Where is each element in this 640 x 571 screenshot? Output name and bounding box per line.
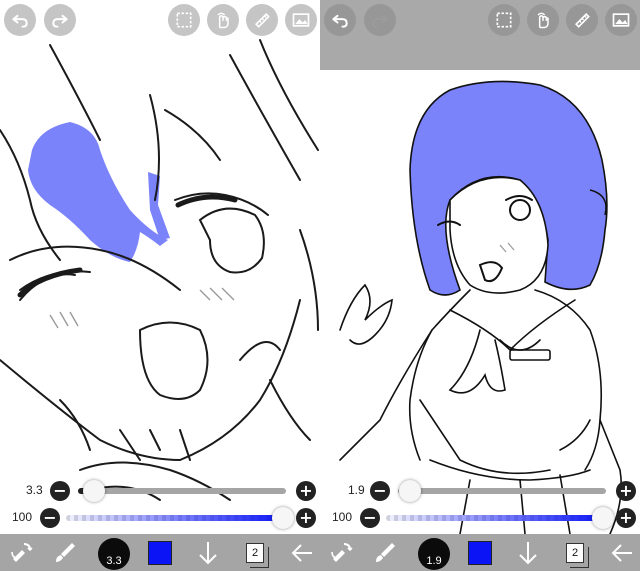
plus-icon: + (299, 508, 313, 527)
drawing-canvas[interactable] (0, 0, 320, 534)
layers-button[interactable]: 2 (560, 534, 590, 571)
opacity-slider-row: 100 − + (320, 505, 640, 531)
plus-icon: + (619, 481, 633, 500)
brush-size-thumb[interactable] (399, 480, 421, 502)
finger-icon (217, 12, 229, 29)
layer-count: 2 (566, 542, 589, 568)
brush-size-slider-row: 1.9 − + (320, 478, 640, 504)
ruler-icon (254, 12, 270, 28)
opacity-thumb[interactable] (592, 507, 614, 529)
bottom-toolbar: 3.3 2 (0, 534, 320, 571)
layer-down-button[interactable] (514, 534, 542, 571)
left-screen: 3.3 − + 100 − + 3.3 2 (0, 0, 320, 571)
undo-icon (332, 14, 348, 28)
ruler-icon (574, 12, 590, 28)
finger-tool-button[interactable] (527, 4, 559, 36)
opacity-increase-button[interactable]: + (296, 508, 316, 528)
brush-size-value: 1.9 (348, 483, 365, 497)
brush-size-increase-button[interactable]: + (296, 481, 316, 501)
canvas-icon (612, 13, 630, 27)
brush-icon (56, 542, 75, 562)
brush-size-track[interactable] (78, 488, 286, 494)
finger-icon (537, 12, 549, 29)
back-button[interactable] (288, 534, 316, 571)
canvas-button[interactable] (285, 4, 317, 36)
undo-icon (12, 14, 28, 28)
brush-size-track[interactable] (398, 488, 606, 494)
color-button[interactable] (466, 534, 494, 571)
minus-icon: − (53, 481, 67, 500)
brush-size-increase-button[interactable]: + (616, 481, 636, 501)
plus-icon: + (619, 508, 633, 527)
right-screen: 1.9 − + 100 − + 1.9 2 (320, 0, 640, 571)
top-toolbar (320, 0, 640, 70)
drawing-canvas[interactable] (320, 0, 640, 534)
layer-count: 2 (246, 542, 269, 568)
arrow-left-icon (611, 543, 632, 562)
brush-size-label: 3.3 (106, 554, 122, 567)
arrow-left-icon (291, 543, 312, 562)
top-toolbar (0, 0, 320, 40)
tool-switch-button[interactable] (6, 534, 36, 571)
opacity-track[interactable] (386, 515, 606, 521)
selection-button[interactable] (168, 4, 200, 36)
selection-button[interactable] (488, 4, 520, 36)
opacity-decrease-button[interactable]: − (40, 508, 60, 528)
arrow-down-icon (199, 541, 217, 564)
undo-button[interactable] (4, 4, 36, 36)
canvas-button[interactable] (605, 4, 637, 36)
brush-size-label: 1.9 (426, 554, 442, 567)
brush-size-slider-row: 3.3 − + (0, 478, 320, 504)
tool-switch-icon (11, 542, 33, 562)
brush-preview-button[interactable]: 1.9 (416, 534, 452, 571)
opacity-value: 100 (332, 510, 353, 524)
brush-tool-button[interactable] (370, 534, 400, 571)
finger-tool-button[interactable] (207, 4, 239, 36)
selection-icon (176, 12, 192, 28)
tool-switch-button[interactable] (326, 534, 356, 571)
opacity-decrease-button[interactable]: − (360, 508, 380, 528)
ruler-button[interactable] (246, 4, 278, 36)
ruler-button[interactable] (566, 4, 598, 36)
layer-down-button[interactable] (194, 534, 222, 571)
canvas-icon (292, 13, 310, 27)
brush-size-decrease-button[interactable]: − (370, 481, 390, 501)
undo-button[interactable] (324, 4, 356, 36)
brush-tool-button[interactable] (50, 534, 80, 571)
opacity-track[interactable] (66, 515, 286, 521)
redo-icon (372, 14, 388, 28)
brush-size-decrease-button[interactable]: − (50, 481, 70, 501)
color-swatch (468, 540, 492, 565)
brush-size-thumb[interactable] (83, 480, 105, 502)
color-swatch (148, 540, 172, 565)
minus-icon: − (373, 481, 387, 500)
minus-icon: − (363, 508, 377, 527)
arrow-down-icon (519, 541, 537, 564)
plus-icon: + (299, 481, 313, 500)
color-button[interactable] (146, 534, 174, 571)
brush-preview: 1.9 (418, 537, 450, 570)
opacity-value: 100 (12, 510, 33, 524)
selection-icon (496, 12, 512, 28)
layers-button[interactable]: 2 (240, 534, 270, 571)
opacity-slider-row: 100 − + (0, 505, 320, 531)
tool-switch-icon (331, 542, 353, 562)
back-button[interactable] (608, 534, 636, 571)
redo-button[interactable] (44, 4, 76, 36)
bottom-toolbar: 1.9 2 (320, 534, 640, 571)
redo-icon (52, 14, 68, 28)
brush-size-value: 3.3 (26, 483, 43, 497)
opacity-increase-button[interactable]: + (616, 508, 636, 528)
brush-preview-button[interactable]: 3.3 (96, 534, 132, 571)
redo-button[interactable] (364, 4, 396, 36)
brush-preview: 3.3 (98, 537, 130, 570)
brush-icon (376, 542, 395, 562)
opacity-thumb[interactable] (272, 507, 294, 529)
minus-icon: − (43, 508, 57, 527)
